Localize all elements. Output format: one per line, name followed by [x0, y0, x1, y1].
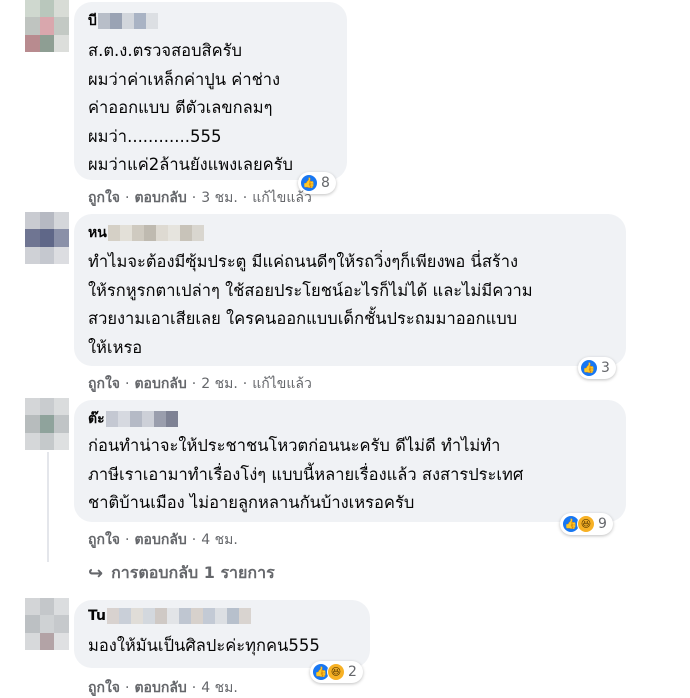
- separator-dot: ·: [125, 532, 130, 548]
- like-icon: 👍: [580, 359, 598, 377]
- timestamp-link[interactable]: 4 ชม.: [201, 677, 238, 698]
- reply-button[interactable]: ตอบกลับ: [134, 373, 186, 395]
- comment-line: ก่อนทำน่าจะให้ประชาชนโหวตก่อนนะครับ ดีไม…: [88, 436, 501, 455]
- blurred-name-mosaic: [107, 225, 204, 241]
- avatar[interactable]: [25, 0, 69, 52]
- comment-actions: ถูกใจ · ตอบกลับ · 4 ชม.: [88, 529, 238, 551]
- comment-actions: ถูกใจ · ตอบกลับ · 3 ชม. · แก้ไขแล้ว: [88, 187, 312, 209]
- comment-bubble: หน ทำไมจะต้องมีซุ้มประตู มีแค่ถนนดีๆให้ร…: [74, 214, 626, 366]
- comment-line: ผมว่าค่าเหล็กค่าปูน ค่าช่าง: [88, 69, 281, 89]
- avatar[interactable]: [25, 212, 69, 264]
- reaction-count: 3: [601, 360, 610, 376]
- reaction-count: 9: [598, 516, 607, 532]
- comment-author[interactable]: บี: [88, 10, 158, 32]
- avatar[interactable]: [25, 598, 69, 650]
- comment-bubble: ต๊ะ ก่อนทำน่าจะให้ประชาชนโหวตก่อนนะครับ …: [74, 400, 626, 522]
- timestamp-link[interactable]: 4 ชม.: [201, 529, 238, 551]
- separator-dot: ·: [191, 376, 197, 392]
- reaction-summary[interactable]: 👍 😆 2: [310, 661, 363, 683]
- reaction-summary[interactable]: 👍 😆 9: [560, 513, 613, 535]
- comment-text: ส.ต.ง.ตรวจสอบสิครับ ผมว่าค่าเหล็กค่าปูน …: [88, 37, 293, 180]
- edited-label[interactable]: แก้ไขแล้ว: [252, 187, 312, 209]
- comment-text: ก่อนทำน่าจะให้ประชาชนโหวตก่อนนะครับ ดีไม…: [88, 432, 523, 518]
- like-button[interactable]: ถูกใจ: [88, 373, 120, 395]
- haha-icon: 😆: [327, 663, 345, 681]
- comment-line: ให้เหรอ: [88, 337, 143, 357]
- separator-dot: ·: [242, 376, 248, 392]
- comment-author[interactable]: หน: [88, 222, 204, 244]
- reply-arrow-icon: ↪: [88, 563, 104, 584]
- edited-label[interactable]: แก้ไขแล้ว: [252, 373, 312, 395]
- reply-button[interactable]: ตอบกลับ: [134, 187, 186, 209]
- comment-author[interactable]: Tu: [88, 608, 251, 624]
- comment-bubble: บี ส.ต.ง.ตรวจสอบสิครับ ผมว่าค่าเหล็กค่าป…: [74, 2, 347, 180]
- like-button[interactable]: ถูกใจ: [88, 529, 120, 551]
- separator-dot: ·: [191, 680, 197, 696]
- avatar[interactable]: [25, 398, 69, 450]
- comment-line: ส.ต.ง.ตรวจสอบสิครับ: [88, 41, 242, 60]
- comment-line: มองให้มันเป็นศิลปะค่ะทุกคน555: [88, 636, 320, 655]
- separator-dot: ·: [125, 376, 130, 392]
- comment-line: ทำไมจะต้องมีซุ้มประตู มีแค่ถนนดีๆให้รถวิ…: [88, 252, 519, 271]
- comment-line: สวยงามเอาเสียเลย ใครคนออกแบบเด็กชั้นประถ…: [88, 309, 518, 328]
- comment-line: ให้รกหูรกตาเปล่าๆ ใช้สอยประโยชน์อะไรก็ไม…: [88, 280, 533, 300]
- blurred-name-mosaic: [97, 13, 158, 29]
- comment-text: มองให้มันเป็นศิลปะค่ะทุกคน555: [88, 632, 320, 661]
- blurred-name-mosaic: [105, 411, 178, 427]
- separator-dot: ·: [125, 190, 130, 206]
- separator-dot: ·: [242, 190, 248, 206]
- reply-button[interactable]: ตอบกลับ: [134, 677, 186, 698]
- comment-actions: ถูกใจ · ตอบกลับ · 4 ชม.: [88, 677, 238, 698]
- comment-bubble: Tu มองให้มันเป็นศิลปะค่ะทุกคน555: [74, 600, 370, 668]
- comment-author[interactable]: ต๊ะ: [88, 408, 178, 430]
- comment-line: ภาษีเราเอามาทำเรื่องโง่ๆ แบบนี้หลายเรื่อ…: [88, 464, 524, 484]
- timestamp-link[interactable]: 3 ชม.: [201, 187, 238, 209]
- blurred-name-mosaic: [106, 608, 251, 624]
- comment-text: ทำไมจะต้องมีซุ้มประตู มีแค่ถนนดีๆให้รถวิ…: [88, 248, 533, 362]
- author-name[interactable]: บี: [88, 10, 97, 32]
- reaction-summary[interactable]: 👍 3: [578, 357, 616, 379]
- replies-link-label: การตอบกลับ 1 รายการ: [111, 563, 275, 582]
- comment-line: ชาติบ้านเมือง ไม่อายลูกหลานกันบ้างเหรอคร…: [88, 493, 415, 512]
- view-replies-link[interactable]: ↪ การตอบกลับ 1 รายการ: [88, 561, 275, 586]
- author-name[interactable]: หน: [88, 222, 107, 244]
- like-button[interactable]: ถูกใจ: [88, 187, 120, 209]
- author-name[interactable]: ต๊ะ: [88, 408, 105, 430]
- timestamp-link[interactable]: 2 ชม.: [201, 373, 238, 395]
- comment-line: ผมว่าแค่2ล้านยังแพงเลยครับ: [88, 155, 293, 174]
- haha-icon: 😆: [577, 515, 595, 533]
- reply-button[interactable]: ตอบกลับ: [134, 529, 186, 551]
- comment-line: ค่าออกแบบ ตีตัวเลขกลมๆ: [88, 98, 273, 117]
- separator-dot: ·: [191, 532, 197, 548]
- comment-actions: ถูกใจ · ตอบกลับ · 2 ชม. · แก้ไขแล้ว: [88, 373, 312, 395]
- comment-line: ผมว่า............555: [88, 126, 222, 146]
- reply-thread-line: [47, 452, 49, 562]
- reaction-count: 2: [348, 664, 357, 680]
- author-name[interactable]: Tu: [88, 608, 106, 624]
- like-button[interactable]: ถูกใจ: [88, 677, 120, 698]
- separator-dot: ·: [125, 680, 130, 696]
- separator-dot: ·: [191, 190, 197, 206]
- reaction-count: 8: [321, 175, 330, 191]
